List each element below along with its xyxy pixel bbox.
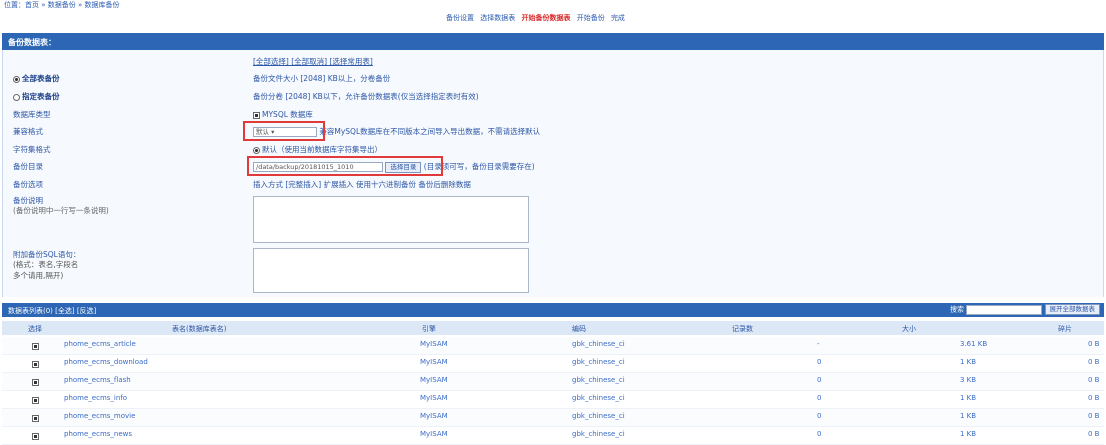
col-engine: 引擎	[422, 325, 436, 333]
db-type-checkbox[interactable]	[253, 111, 260, 119]
row-frag: 0 B	[1088, 412, 1100, 420]
row-checkbox[interactable]	[32, 343, 39, 350]
panel-title: 备份数据表：	[2, 33, 1104, 50]
table-row[interactable]: phome_ecms_flash MyISAM gbk_chinese_ci 0 3 K…	[2, 373, 1104, 391]
row-charset: gbk_chinese_ci	[572, 358, 625, 366]
row-engine: MyISAM	[420, 376, 448, 384]
col-size: 大小	[902, 325, 916, 333]
row-table-name[interactable]: phome_ecms_flash	[64, 376, 131, 384]
row-table-name[interactable]: phome_ecms_download	[64, 358, 148, 366]
highlight-dir	[247, 156, 443, 176]
expand-tables-button[interactable]: 展开全部数据表	[1044, 304, 1100, 315]
row-engine: MyISAM	[420, 340, 448, 348]
step-3-current: 开始备份数据表	[521, 14, 571, 22]
table-row[interactable]: phome_ecms_download MyISAM gbk_chinese_ci 0…	[2, 355, 1104, 373]
row-size: 1 KB	[960, 394, 977, 402]
row-checkbox[interactable]	[32, 361, 39, 368]
all-backup-hint: 备份文件大小 [2048] KB以上，分卷备份	[253, 74, 391, 83]
compat-hint: 兼容MySQL数据库在不同版本之间导入导出数据，不需请选择默认	[319, 127, 541, 136]
col-records: 记录数	[732, 325, 753, 333]
col-select: 选择	[28, 325, 42, 333]
row-records: 0	[817, 394, 822, 402]
table-row[interactable]: phome_ecms_movie MyISAM gbk_chinese_ci 0 1 K…	[2, 409, 1104, 427]
step-2: 选择数据表	[480, 14, 516, 22]
charset-radio[interactable]	[253, 146, 260, 154]
row-frag: 0 B	[1088, 340, 1100, 348]
options-label: 备份选项	[13, 180, 43, 189]
row-table-name[interactable]: phome_ecms_article	[64, 340, 136, 348]
breadcrumb[interactable]: 位置：首页 » 数据备份 » 数据库备份	[0, 0, 1106, 10]
extra-sql-sub: (格式：表名,字段名 多个请用,隔开)	[13, 260, 79, 280]
col-charset: 编码	[572, 325, 586, 333]
step-5: 完成	[610, 14, 625, 22]
row-size: 3 KB	[960, 376, 977, 384]
step-indicator: 备份设置 选择数据表 开始备份数据表 开始备份 完成	[446, 13, 629, 23]
options-hint: 插入方式 [完整插入] 扩展插入 使用十六进制备份 备份后删除数据	[253, 180, 471, 189]
select-all-tabs[interactable]: [全部选择] [全部取消] [选择常用表]	[253, 56, 373, 67]
highlight-compat	[243, 121, 325, 141]
col-name: 表名(数据库表名)	[172, 325, 227, 333]
backup-settings-form: [全部选择] [全部取消] [选择常用表] 全部表备份 备份文件大小 [2048…	[2, 50, 1104, 297]
row-table-name[interactable]: phome_ecms_news	[64, 430, 132, 438]
custom-backup-hint: 备份分卷 [2048] KB以下，允许备份数据表(仅当选择指定表时有效)	[253, 92, 479, 101]
row-charset: gbk_chinese_ci	[572, 394, 625, 402]
row-charset: gbk_chinese_ci	[572, 340, 625, 348]
charset-label: 字符集格式	[13, 145, 51, 154]
row-charset: gbk_chinese_ci	[572, 430, 625, 438]
dir-label: 备份目录	[13, 162, 43, 171]
row-size: 1 KB	[960, 358, 977, 366]
row-frag: 0 B	[1088, 430, 1100, 438]
row-table-name[interactable]: phome_ecms_info	[64, 394, 127, 402]
compat-label: 兼容格式	[13, 127, 43, 136]
row-frag: 0 B	[1088, 394, 1100, 402]
row-checkbox[interactable]	[32, 397, 39, 404]
col-frag: 碎片	[1058, 325, 1072, 333]
row-checkbox[interactable]	[32, 415, 39, 422]
row-size: 3.61 KB	[960, 340, 988, 348]
search-input[interactable]	[966, 304, 1043, 315]
extra-sql-textarea[interactable]	[253, 248, 529, 293]
row-size: 1 KB	[960, 412, 977, 420]
row-engine: MyISAM	[420, 394, 448, 402]
notes-sub: (备份说明中一行写一条说明)	[13, 206, 109, 215]
table-list-title[interactable]: 数据表列表(0) [全选] [反选]	[8, 307, 96, 315]
search-label: 搜索	[950, 305, 965, 314]
row-charset: gbk_chinese_ci	[572, 412, 625, 420]
step-4: 开始备份	[576, 14, 605, 22]
row-records: 0	[817, 358, 822, 366]
row-size: 1 KB	[960, 430, 977, 438]
custom-backup-radio[interactable]	[13, 93, 20, 101]
row-records: 0	[817, 376, 822, 384]
step-1: 备份设置	[446, 14, 474, 22]
table-row[interactable]: phome_ecms_article MyISAM gbk_chinese_ci - 3…	[2, 337, 1104, 355]
all-backup-radio[interactable]	[13, 75, 20, 83]
row-records: 0	[817, 430, 822, 438]
row-records: -	[817, 340, 820, 348]
table-row[interactable]: phome_ecms_info MyISAM gbk_chinese_ci 0 1 KB…	[2, 391, 1104, 409]
row-checkbox[interactable]	[32, 379, 39, 386]
row-engine: MyISAM	[420, 412, 448, 420]
row-records: 0	[817, 412, 822, 420]
charset-hint: 默认（使用当前数据库字符集导出）	[262, 145, 382, 154]
db-type-label: 数据库类型	[13, 110, 51, 119]
table-list-header: 数据表列表(0) [全选] [反选] 搜索 展开全部数据表	[2, 303, 1104, 317]
db-type-hint: MYSQL 数据库	[262, 110, 313, 119]
row-engine: MyISAM	[420, 358, 448, 366]
row-table-name[interactable]: phome_ecms_movie	[64, 412, 135, 420]
row-charset: gbk_chinese_ci	[572, 376, 625, 384]
row-engine: MyISAM	[420, 430, 448, 438]
table-column-header: 选择 表名(数据库表名) 引擎 编码 记录数 大小 碎片	[2, 321, 1104, 335]
row-checkbox[interactable]	[32, 433, 39, 440]
all-backup-label: 全部表备份	[22, 74, 60, 83]
custom-backup-label: 指定表备份	[22, 92, 60, 101]
row-frag: 0 B	[1088, 358, 1100, 366]
row-frag: 0 B	[1088, 376, 1100, 384]
notes-textarea[interactable]	[253, 196, 529, 243]
table-row[interactable]: phome_ecms_news MyISAM gbk_chinese_ci 0 1 KB…	[2, 427, 1104, 445]
